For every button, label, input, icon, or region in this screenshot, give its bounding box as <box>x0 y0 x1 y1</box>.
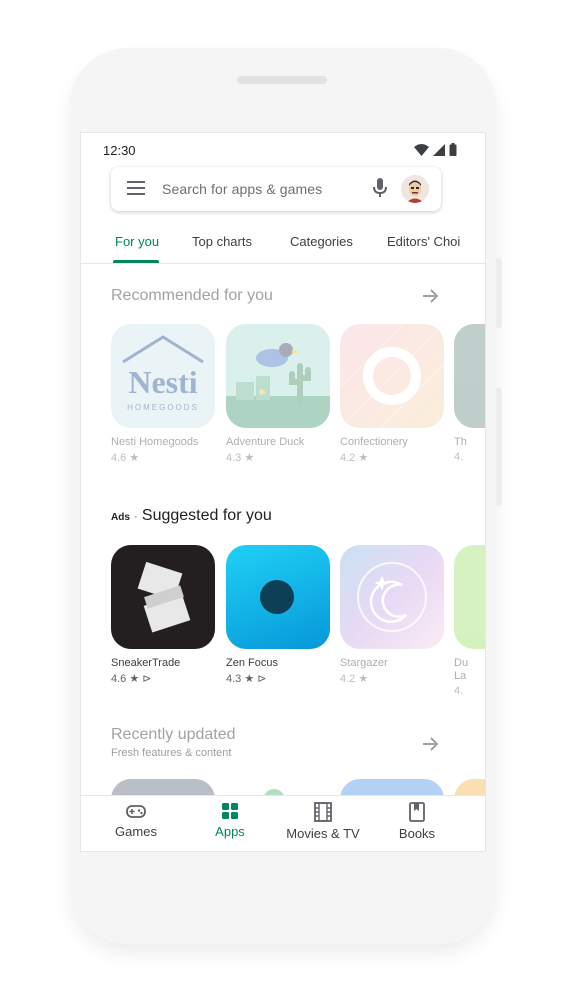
nav-label: Movies & TV <box>286 826 360 841</box>
app-name: Zen Focus <box>226 657 278 669</box>
app-rating: 4. <box>454 685 464 697</box>
film-icon <box>314 802 332 822</box>
recently-updated-title: Recently updated <box>111 726 236 743</box>
nav-label: Books <box>398 826 436 841</box>
tab-top-charts[interactable]: Top charts <box>192 234 252 249</box>
app-name: Adventure Duck <box>226 436 305 448</box>
app-rating: 4. <box>454 451 464 463</box>
active-tab-indicator <box>113 260 159 263</box>
app-card-confectionery[interactable]: Confectionery 4.2 ★ <box>340 324 444 464</box>
nav-movies-tv[interactable]: Movies & TV <box>283 802 363 841</box>
suggested-title: Suggested for you <box>141 507 272 524</box>
wifi-icon <box>414 143 429 156</box>
cellular-signal-icon <box>433 143 445 156</box>
power-button <box>496 388 502 506</box>
sneakertrade-app-icon <box>111 545 215 649</box>
recently-updated-arrow-icon[interactable] <box>423 736 439 752</box>
app-card-partial-2[interactable]: Du La 4. <box>454 545 485 697</box>
bottom-navigation: Games Apps Movies & TV Books <box>81 795 485 851</box>
app-name: SneakerTrade <box>111 657 181 669</box>
battery-icon <box>449 143 457 156</box>
app-rating: 4.2 ★ <box>340 452 369 464</box>
nav-label: Games <box>115 824 157 839</box>
app-name: Stargazer <box>340 657 388 669</box>
book-icon <box>409 802 425 822</box>
partial-app-icon <box>454 324 485 428</box>
nesti-logo-text: Nesti <box>128 364 198 400</box>
app-card-zen-focus[interactable]: Zen Focus 4.3 ★ ⊳ <box>226 545 330 685</box>
ads-label: Ads <box>111 512 130 523</box>
app-card-sneakertrade[interactable]: SneakerTrade 4.6 ★ ⊳ <box>111 545 215 685</box>
user-avatar-icon <box>401 175 429 203</box>
app-card-nesti[interactable]: Nesti HOMEGOODS Nesti Homegoods 4.6 ★ <box>111 324 215 464</box>
phone-speaker <box>237 76 327 84</box>
stargazer-app-icon <box>340 545 444 649</box>
app-name: Th <box>454 436 467 448</box>
nav-label: Apps <box>215 824 245 839</box>
app-name-line2: La <box>454 670 467 682</box>
app-card-adventure-duck[interactable]: Adventure Duck 4.3 ★ <box>226 324 330 464</box>
confectionery-app-icon <box>340 324 444 428</box>
tab-for-you[interactable]: For you <box>115 234 159 249</box>
recently-updated-subtitle: Fresh features & content <box>111 747 232 759</box>
app-rating: 4.6 ★ ⊳ <box>111 673 152 685</box>
nesti-logo-subtext: HOMEGOODS <box>127 403 199 412</box>
volume-button <box>496 258 502 328</box>
app-card-stargazer[interactable]: Stargazer 4.2 ★ <box>340 545 444 685</box>
ad-badge-icon: ⊳ <box>257 673 267 685</box>
app-name: Nesti Homegoods <box>111 436 199 448</box>
menu-icon[interactable] <box>127 181 145 195</box>
gamepad-icon <box>126 805 146 818</box>
app-card-partial[interactable]: Th 4. <box>454 324 485 463</box>
microphone-icon[interactable] <box>373 178 387 198</box>
app-name: Confectionery <box>340 436 408 448</box>
status-bar: 12:30 <box>81 133 485 167</box>
search-bar[interactable]: Search for apps & games <box>111 167 441 211</box>
adventure-duck-app-icon <box>226 324 330 428</box>
tab-editors-choice[interactable]: Editors' Choi <box>387 234 460 249</box>
ad-badge-icon: ⊳ <box>142 673 152 685</box>
app-name: Du <box>454 657 469 669</box>
tab-categories[interactable]: Categories <box>290 234 353 249</box>
search-input[interactable]: Search for apps & games <box>162 181 322 197</box>
zen-focus-app-icon <box>226 545 330 649</box>
partial-app-icon-2 <box>454 545 485 649</box>
account-avatar[interactable] <box>401 175 429 203</box>
nav-books[interactable]: Books <box>377 802 457 841</box>
screen: 12:30 Search for apps & games For you To… <box>80 132 486 852</box>
nesti-app-icon: Nesti HOMEGOODS <box>111 324 215 428</box>
recommended-title: Recommended for you <box>111 287 273 304</box>
app-rating: 4.3 ★ ⊳ <box>226 673 267 685</box>
apps-grid-icon <box>222 803 238 819</box>
nav-games[interactable]: Games <box>96 802 176 839</box>
app-rating: 4.3 ★ <box>226 452 255 464</box>
recommended-arrow-icon[interactable] <box>423 288 439 304</box>
app-rating: 4.2 ★ <box>340 673 369 685</box>
nav-apps[interactable]: Apps <box>190 802 270 839</box>
app-rating: 4.6 ★ <box>111 452 140 464</box>
status-time: 12:30 <box>103 143 136 158</box>
separator: · <box>133 509 138 523</box>
top-tabs: For you Top charts Categories Editors' C… <box>81 225 485 264</box>
suggested-header: Ads · Suggested for you <box>111 507 272 525</box>
